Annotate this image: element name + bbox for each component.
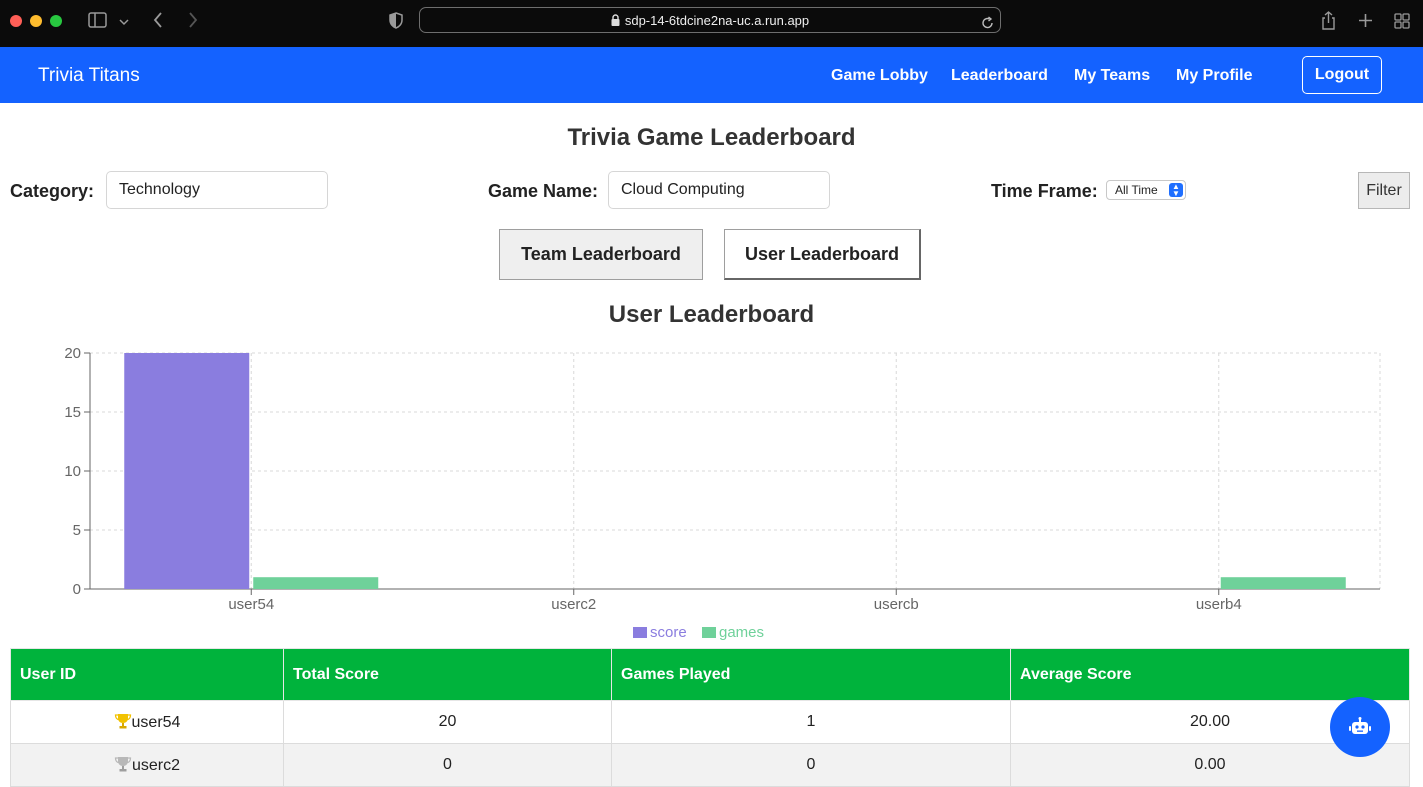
reload-icon[interactable] (981, 13, 994, 38)
nav-my-profile[interactable]: My Profile (1176, 67, 1252, 85)
url-text: sdp-14-6tdcine2na-uc.a.run.app (624, 13, 810, 28)
legend-label-score: score (650, 624, 687, 640)
user-leaderboard-chart: 0 5 10 15 20 user54 userc2 usercb userb4 score gam… (64, 345, 1381, 640)
header-games-played[interactable]: Games Played (611, 648, 1011, 701)
browser-toolbar: sdp-14-6tdcine2na-uc.a.run.app (0, 0, 1423, 47)
select-arrows-icon: ▲ ▼ (1169, 183, 1183, 198)
silver-trophy-icon (114, 756, 132, 772)
legend-swatch-score (633, 627, 647, 638)
bar-games-user54 (253, 577, 379, 589)
user-id-cell: userc2 (10, 743, 284, 787)
legend-swatch-games (702, 627, 716, 638)
page-title: Trivia Game Leaderboard (567, 124, 856, 151)
category-input[interactable]: Technology (106, 171, 328, 209)
nav-game-lobby[interactable]: Game Lobby (831, 67, 928, 85)
back-icon[interactable] (153, 12, 163, 32)
games-played-cell: 0 (611, 743, 1011, 787)
table-row: userc2 0 0 0.00 (10, 743, 1410, 787)
team-leaderboard-button[interactable]: Team Leaderboard (499, 229, 703, 280)
bar-games-userb4 (1220, 577, 1346, 589)
y-tick-label: 0 (73, 581, 81, 598)
time-frame-select[interactable]: All Time ▲ ▼ (1106, 180, 1186, 200)
header-average-score[interactable]: Average Score (1010, 648, 1410, 701)
section-title: User Leaderboard (608, 301, 815, 328)
y-tick-label: 10 (64, 463, 81, 480)
zoom-window-icon[interactable] (50, 15, 62, 27)
filter-button[interactable]: Filter (1358, 172, 1410, 209)
user-leaderboard-button[interactable]: User Leaderboard (724, 229, 921, 280)
chevron-down-icon[interactable] (119, 14, 129, 30)
close-window-icon[interactable] (10, 15, 22, 27)
new-tab-icon[interactable] (1358, 13, 1373, 32)
app-navbar: Trivia Titans Game Lobby Leaderboard My … (0, 47, 1423, 103)
y-tick-label: 5 (73, 522, 81, 539)
gold-trophy-icon (114, 713, 132, 729)
sidebar-icon[interactable] (88, 12, 107, 32)
game-name-label: Game Name: (488, 181, 599, 201)
table-header-row: User ID Total Score Games Played Average… (10, 648, 1410, 701)
nav-leaderboard[interactable]: Leaderboard (951, 67, 1048, 85)
logout-button[interactable]: Logout (1302, 56, 1382, 94)
x-tick-label: userb4 (1196, 596, 1242, 613)
y-tick-label: 20 (64, 345, 81, 362)
bar-score-user54 (124, 353, 250, 589)
total-score-cell: 20 (283, 700, 612, 744)
header-user-id[interactable]: User ID (10, 648, 284, 701)
total-score-cell: 0 (283, 743, 612, 787)
lock-icon (611, 9, 620, 34)
forward-icon[interactable] (188, 12, 198, 32)
x-tick-label: usercb (874, 596, 919, 613)
chatbot-button[interactable] (1330, 697, 1390, 757)
user-id-text: userc2 (131, 756, 181, 774)
brand-logo[interactable]: Trivia Titans (38, 65, 140, 87)
header-total-score[interactable]: Total Score (283, 648, 612, 701)
time-frame-value: All Time (1115, 183, 1158, 197)
games-played-cell: 1 (611, 700, 1011, 744)
tab-overview-icon[interactable] (1394, 13, 1410, 33)
legend-label-games: games (719, 624, 764, 640)
nav-my-teams[interactable]: My Teams (1074, 67, 1150, 85)
category-label: Category: (10, 181, 95, 201)
x-tick-label: user54 (228, 596, 274, 613)
share-icon[interactable] (1321, 11, 1336, 34)
user-id-cell: user54 (10, 700, 284, 744)
leaderboard-table: User ID Total Score Games Played Average… (10, 648, 1410, 787)
robot-icon (1349, 717, 1371, 742)
y-tick-label: 15 (64, 404, 81, 421)
x-tick-label: userc2 (551, 596, 596, 613)
user-id-text: user54 (131, 713, 181, 731)
minimize-window-icon[interactable] (30, 15, 42, 27)
address-bar[interactable]: sdp-14-6tdcine2na-uc.a.run.app (419, 7, 1001, 33)
table-row: user54 20 1 20.00 (10, 700, 1410, 744)
time-frame-label: Time Frame: (991, 181, 1098, 201)
game-name-input[interactable]: Cloud Computing (608, 171, 830, 209)
shield-icon[interactable] (389, 12, 403, 33)
